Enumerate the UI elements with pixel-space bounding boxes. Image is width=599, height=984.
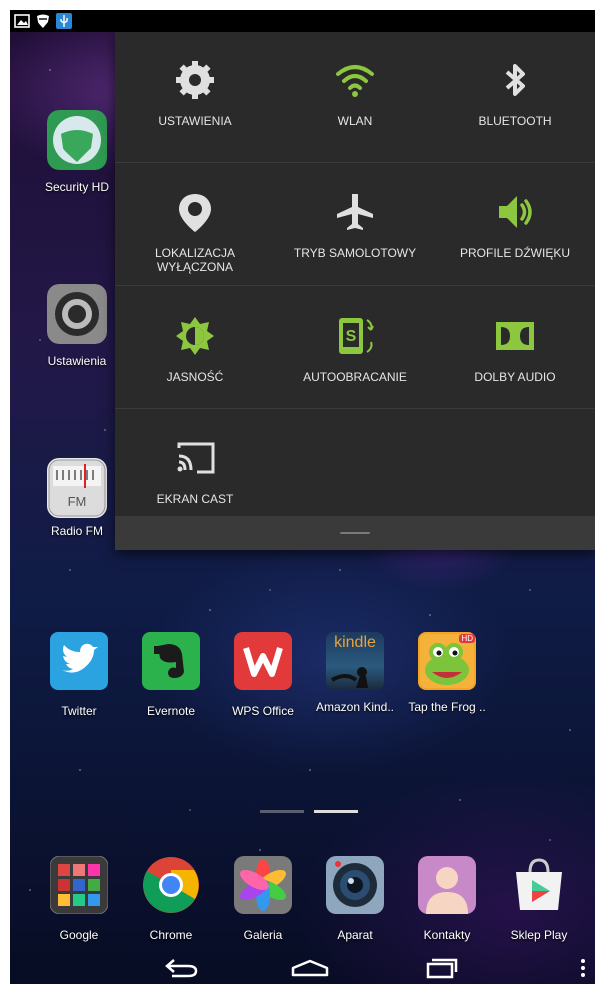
image-icon	[14, 14, 30, 28]
app-aparat[interactable]: Aparat	[310, 856, 400, 942]
evernote-icon	[142, 632, 200, 690]
hd-badge: HD	[459, 634, 475, 643]
tile-dolby-audio[interactable]: DOLBY AUDIO	[435, 314, 595, 384]
app-ustawienia[interactable]: Ustawienia	[42, 284, 112, 368]
app-label: Kontakty	[423, 928, 471, 942]
settings-gear-icon	[47, 284, 107, 344]
divider	[115, 285, 595, 286]
gallery-flower-icon	[234, 856, 292, 914]
back-icon[interactable]	[162, 956, 202, 980]
tile-label: AUTOOBRACANIE	[303, 370, 407, 384]
app-label: Evernote	[146, 704, 196, 718]
app-twitter[interactable]: Twitter	[34, 632, 124, 718]
app-kontakty[interactable]: Kontakty	[402, 856, 492, 942]
app-wps-office[interactable]: WPS Office	[218, 632, 308, 718]
app-sklep-play[interactable]: Sklep Play	[494, 856, 584, 942]
wifi-icon	[336, 65, 374, 97]
radio-icon: FM	[47, 458, 107, 518]
auto-rotate-icon: S	[339, 318, 374, 354]
dolby-icon	[496, 322, 534, 350]
app-security-hd[interactable]: Security HD	[42, 110, 112, 194]
radio-dial-icon	[48, 459, 106, 517]
app-label: Security HD	[44, 180, 109, 194]
kindle-icon: kindle	[326, 632, 384, 690]
tile-profile-dzwieku[interactable]: PROFILE DŹWIĘKU	[435, 190, 595, 260]
app-label: Galeria	[243, 928, 283, 942]
gear-icon	[176, 61, 214, 99]
tile-label: WLAN	[337, 114, 373, 128]
app-label: Chrome	[149, 928, 193, 942]
app-label: Amazon Kind..	[315, 700, 395, 714]
app-label: WPS Office	[232, 704, 294, 718]
security-shield-icon	[47, 110, 107, 170]
tile-ustawienia[interactable]: USTAWIENIA	[115, 58, 275, 128]
recents-icon[interactable]	[420, 956, 460, 980]
twitter-icon	[50, 632, 108, 690]
tile-label: USTAWIENIA	[158, 114, 232, 128]
app-label: Sklep Play	[510, 928, 568, 942]
app-label: Radio FM	[50, 524, 103, 538]
screen: Security HD Ustawienia FM Radio FM USTAW…	[10, 10, 595, 984]
app-google-folder[interactable]: Google	[34, 855, 124, 942]
tile-label: PROFILE DŹWIĘKU	[459, 246, 570, 260]
app-radio-fm[interactable]: FM Radio FM	[42, 458, 112, 538]
tile-label: TRYB SAMOLOTOWY	[293, 246, 417, 260]
tile-label-line1: LOKALIZACJA	[154, 246, 236, 260]
tile-label: JASNOŚĆ	[166, 370, 224, 384]
tile-autoobracanie[interactable]: S AUTOOBRACANIE	[275, 314, 435, 384]
radio-fm-badge: FM	[67, 494, 87, 509]
kindle-reader-icon	[331, 667, 368, 688]
app-chrome[interactable]: Chrome	[126, 856, 216, 942]
app-label: Ustawienia	[47, 354, 107, 368]
location-icon	[179, 194, 211, 232]
status-bar	[10, 10, 595, 32]
camera-icon	[326, 856, 384, 914]
app-label: Twitter	[61, 704, 97, 718]
divider	[115, 408, 595, 409]
svg-text:S: S	[346, 328, 357, 345]
contacts-icon	[418, 856, 476, 914]
frog-game-icon: HD	[418, 632, 476, 690]
cast-icon	[177, 442, 215, 474]
app-label: Google	[59, 928, 99, 942]
app-tap-the-frog[interactable]: HD Tap the Frog ..	[402, 632, 492, 714]
tile-label-line2: WYŁĄCZONA	[156, 260, 233, 274]
shield-icon	[37, 14, 49, 28]
usb-icon	[56, 13, 72, 29]
tile-bluetooth[interactable]: BLUETOOTH	[435, 58, 595, 128]
app-label: Aparat	[337, 928, 373, 942]
panel-drag-bar[interactable]	[115, 516, 595, 550]
wps-office-icon	[234, 632, 292, 690]
tile-lokalizacja[interactable]: LOKALIZACJA WYŁĄCZONA	[115, 190, 275, 274]
drag-handle[interactable]	[340, 532, 370, 534]
tile-jasnosc[interactable]: JASNOŚĆ	[115, 314, 275, 384]
tile-label: DOLBY AUDIO	[474, 370, 556, 384]
tile-ekran-cast[interactable]: EKRAN CAST	[115, 436, 275, 506]
tile-tryb-samolotowy[interactable]: TRYB SAMOLOTOWY	[275, 190, 435, 260]
tile-label: LOKALIZACJA WYŁĄCZONA	[115, 246, 275, 274]
app-galeria[interactable]: Galeria	[218, 856, 308, 942]
nav-bar	[10, 950, 595, 984]
google-folder-icon	[49, 855, 109, 915]
tile-wlan[interactable]: WLAN	[275, 58, 435, 128]
overflow-menu-icon[interactable]	[578, 958, 588, 978]
divider	[115, 162, 595, 163]
tile-label: BLUETOOTH	[478, 114, 552, 128]
home-icon[interactable]	[290, 958, 330, 978]
app-amazon-kindle[interactable]: kindle Amazon Kind..	[310, 632, 400, 714]
airplane-icon	[337, 194, 373, 230]
app-evernote[interactable]: Evernote	[126, 632, 216, 718]
page-indicator-active	[314, 810, 358, 813]
chrome-icon	[143, 857, 199, 913]
bluetooth-icon	[505, 64, 525, 96]
tile-label: EKRAN CAST	[156, 492, 234, 506]
app-label: Tap the Frog ..	[408, 700, 486, 714]
brightness-icon	[176, 317, 214, 355]
play-store-icon	[516, 858, 562, 910]
speaker-icon	[499, 196, 532, 228]
page-indicator-inactive	[260, 810, 304, 813]
quick-settings-panel: USTAWIENIA WLAN BLUETOOTH LOKALIZACJA WY…	[115, 32, 595, 550]
